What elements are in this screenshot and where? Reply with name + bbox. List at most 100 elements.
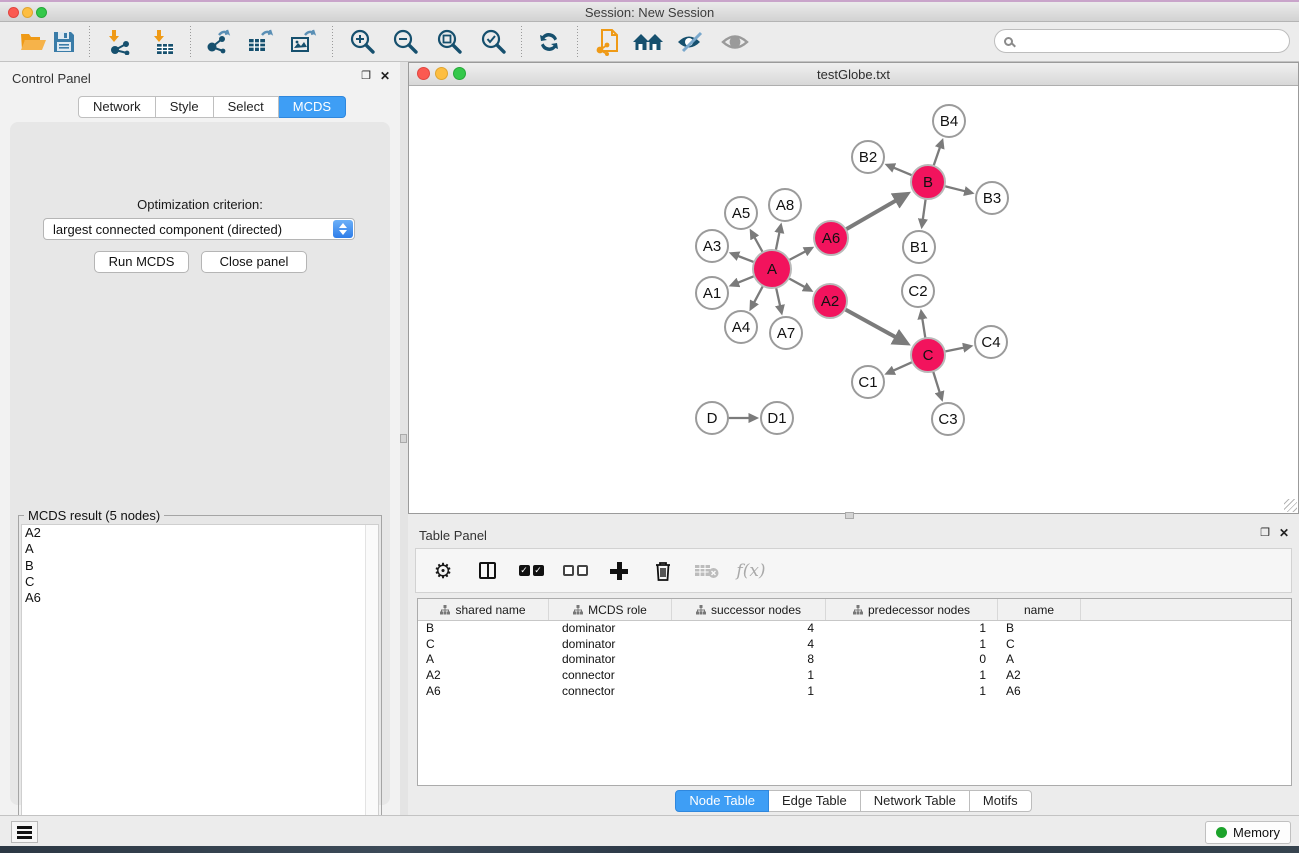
cell-MCDS-role[interactable]: dominator [549,621,672,637]
cell-predecessor-nodes[interactable]: 1 [826,684,998,700]
edge-A-A4[interactable] [754,285,764,303]
tab-mcds[interactable]: MCDS [279,96,346,118]
edge-A2-C[interactable] [844,309,896,338]
edge-A-A5[interactable] [754,237,763,253]
node-D[interactable]: D [696,402,728,434]
add-column-icon[interactable] [604,556,634,586]
cell-name[interactable]: A [998,652,1081,668]
edge-A-A1[interactable] [738,276,756,283]
table-row[interactable]: Cdominator41C [418,637,1291,653]
cell-successor-nodes[interactable]: 8 [672,652,826,668]
column-header-name[interactable]: name [998,599,1081,620]
zoom-in-icon[interactable] [346,26,378,58]
splitter-handle[interactable] [400,434,407,443]
node-B3[interactable]: B3 [976,182,1008,214]
node-A2[interactable]: A2 [813,284,847,318]
node-D1[interactable]: D1 [761,402,793,434]
zoom-fit-icon[interactable] [433,26,465,58]
cell-successor-nodes[interactable]: 1 [672,668,826,684]
select-all-columns-icon[interactable]: ✓✓ [516,556,546,586]
node-B4[interactable]: B4 [933,105,965,137]
task-history-button[interactable] [11,821,38,843]
column-header-shared-name[interactable]: shared name [418,599,549,620]
network-window-titlebar[interactable]: testGlobe.txt [409,63,1298,86]
edge-C-C4[interactable] [944,348,964,352]
column-header-MCDS-role[interactable]: MCDS role [549,599,672,620]
show-panel-icon[interactable] [719,26,751,58]
node-A1[interactable]: A1 [696,277,728,309]
node-C1[interactable]: C1 [852,366,884,398]
edge-B-B4[interactable] [933,147,940,167]
edge-A6-B[interactable] [845,200,897,230]
node-A6[interactable]: A6 [814,221,848,255]
cell-MCDS-role[interactable]: dominator [549,652,672,668]
cell-name[interactable]: A6 [998,684,1081,700]
node-A4[interactable]: A4 [725,311,757,343]
import-network-icon[interactable] [104,26,136,58]
node-A8[interactable]: A8 [769,189,801,221]
memory-button[interactable]: Memory [1205,821,1291,844]
cell-name[interactable]: B [998,621,1081,637]
close-panel-button[interactable]: Close panel [201,251,307,273]
cell-MCDS-role[interactable]: dominator [549,637,672,653]
column-header-predecessor-nodes[interactable]: predecessor nodes [826,599,998,620]
zoom-out-icon[interactable] [389,26,421,58]
search-input[interactable] [994,29,1290,53]
node-B[interactable]: B [911,165,945,199]
table-row[interactable]: Bdominator41B [418,621,1291,637]
table-settings-icon[interactable]: ⚙ [428,556,458,586]
unselect-all-columns-icon[interactable] [560,556,590,586]
node-C[interactable]: C [911,338,945,372]
cell-successor-nodes[interactable]: 4 [672,621,826,637]
node-table[interactable]: shared nameMCDS rolesuccessor nodesprede… [417,598,1292,786]
optimization-criterion-select[interactable]: largest connected component (directed) [43,218,355,240]
edge-A-A7[interactable] [776,287,780,306]
table-row[interactable]: A2connector11A2 [418,668,1291,684]
network-canvas[interactable]: AA1A2A3A4A5A6A7A8BB1B2B3B4CC1C2C3C4DD1 [409,86,1298,513]
table-row[interactable]: Adominator80A [418,652,1291,668]
tab-edge-table[interactable]: Edge Table [769,790,861,812]
result-scrollbar[interactable] [365,525,378,851]
edge-B-B1[interactable] [923,198,926,220]
home-icon[interactable] [632,26,664,58]
edge-B-B3[interactable] [944,186,966,191]
cell-name[interactable]: C [998,637,1081,653]
edge-B-B2[interactable] [893,168,913,176]
node-A[interactable]: A [753,250,791,288]
cell-successor-nodes[interactable]: 4 [672,637,826,653]
result-item[interactable]: A6 [22,590,378,606]
show-column-icon[interactable] [472,556,502,586]
edge-A-A2[interactable] [788,278,805,287]
open-file-icon[interactable] [17,26,49,58]
close-panel-icon[interactable]: ✕ [1279,527,1289,539]
float-panel-icon[interactable]: ❐ [1260,527,1270,539]
node-C2[interactable]: C2 [902,275,934,307]
tab-motifs[interactable]: Motifs [970,790,1032,812]
cell-successor-nodes[interactable]: 1 [672,684,826,700]
edge-C-C1[interactable] [893,362,913,371]
cell-shared-name[interactable]: C [418,637,549,653]
save-session-icon[interactable] [48,26,80,58]
vertical-splitter[interactable] [400,62,408,815]
result-item[interactable]: B [22,558,378,574]
tab-node-table[interactable]: Node Table [675,790,769,812]
splitter-handle[interactable] [845,512,854,519]
export-image-icon[interactable] [287,26,319,58]
edge-A-A6[interactable] [788,251,806,260]
cell-predecessor-nodes[interactable]: 0 [826,652,998,668]
cell-predecessor-nodes[interactable]: 1 [826,668,998,684]
run-mcds-button[interactable]: Run MCDS [94,251,189,273]
close-panel-icon[interactable]: ✕ [380,70,390,82]
refresh-icon[interactable] [533,26,565,58]
cell-shared-name[interactable]: A6 [418,684,549,700]
node-B2[interactable]: B2 [852,141,884,173]
cell-predecessor-nodes[interactable]: 1 [826,621,998,637]
cell-shared-name[interactable]: A2 [418,668,549,684]
node-B1[interactable]: B1 [903,231,935,263]
result-item[interactable]: A [22,541,378,557]
new-session-icon[interactable] [591,26,623,58]
cell-name[interactable]: A2 [998,668,1081,684]
tab-network-table[interactable]: Network Table [861,790,970,812]
node-A3[interactable]: A3 [696,230,728,262]
edge-C-C2[interactable] [922,318,925,339]
